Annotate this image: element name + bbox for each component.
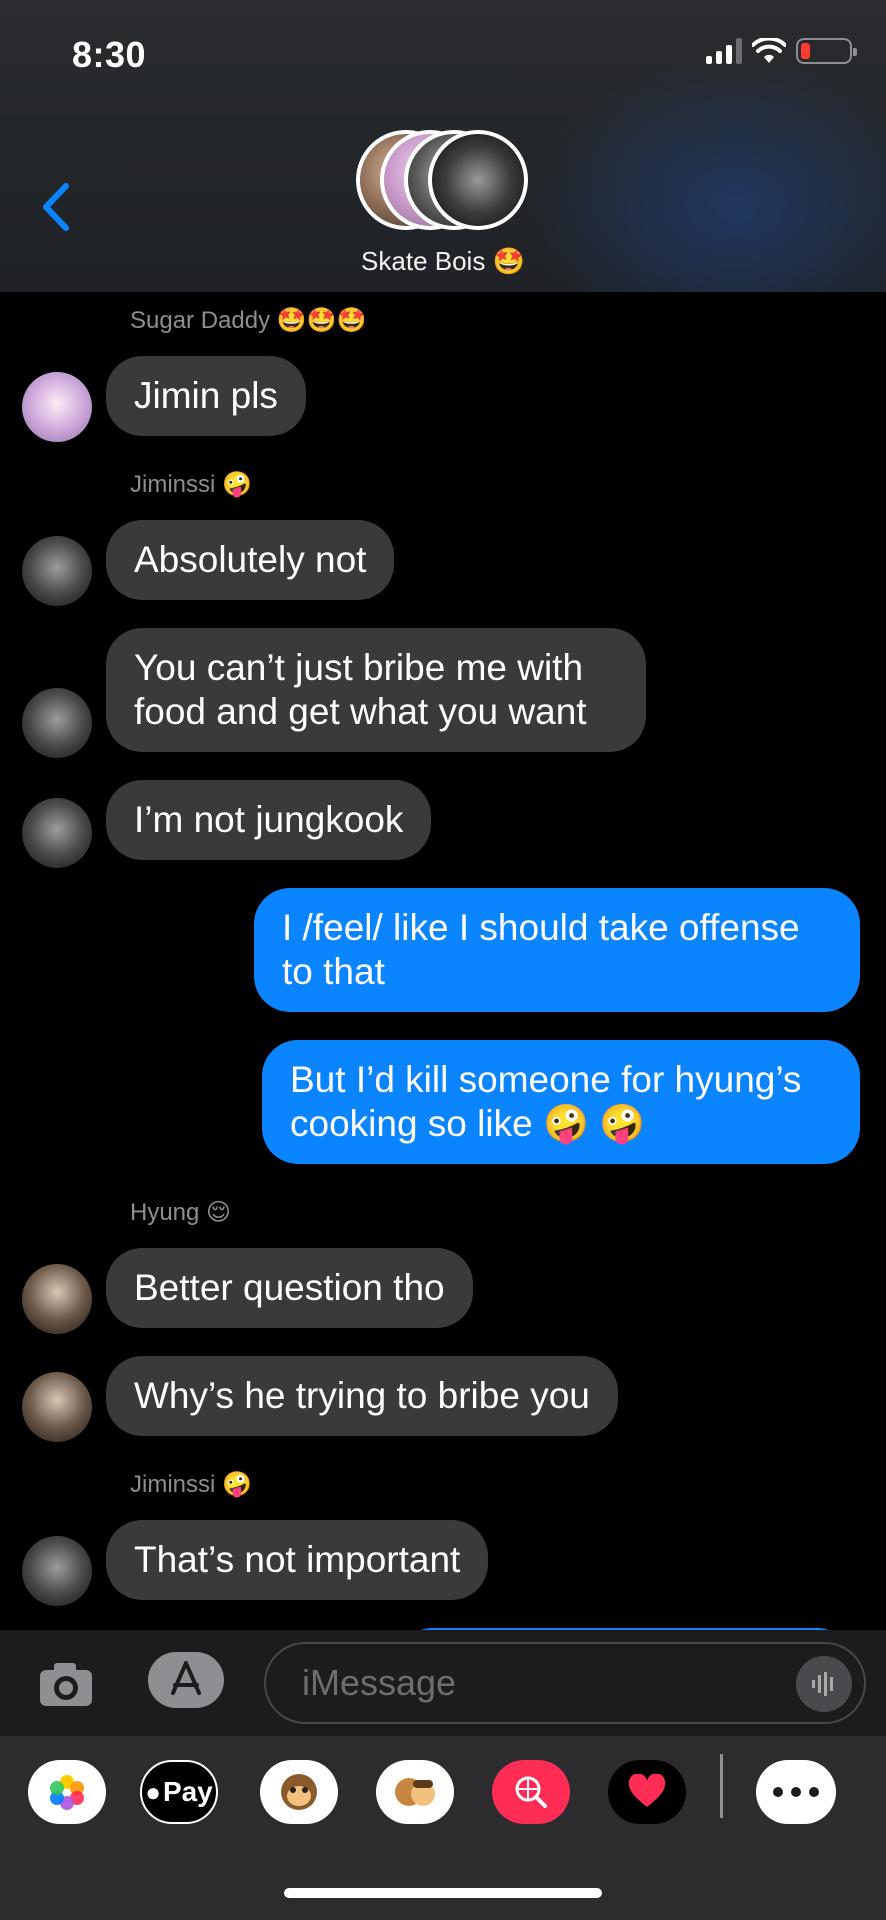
photos-app-button[interactable]: [28, 1760, 106, 1824]
incoming-message-bubble[interactable]: Absolutely not: [106, 520, 395, 600]
digital-touch-button[interactable]: [608, 1760, 686, 1824]
sender-name: Hyung 😌: [130, 1199, 232, 1226]
sender-name: Sugar Daddy 🤩🤩🤩: [130, 307, 367, 334]
app-store-button[interactable]: [148, 1652, 224, 1708]
sender-avatar[interactable]: [22, 1372, 92, 1442]
message-list[interactable]: Sugar Daddy 🤩🤩🤩 Jimin pls Jiminssi 🤪 Abs…: [0, 292, 886, 1630]
back-chevron-icon[interactable]: [36, 180, 76, 234]
group-member-avatar: [428, 130, 528, 230]
incoming-message-bubble[interactable]: That’s not important: [106, 1520, 489, 1600]
app-drawer: ● Pay: [0, 1736, 886, 1920]
camera-icon[interactable]: [36, 1654, 96, 1714]
cellular-signal-icon: [706, 38, 742, 64]
animoji-button[interactable]: [260, 1760, 338, 1824]
sender-avatar[interactable]: [22, 688, 92, 758]
battery-icon: [796, 38, 857, 64]
group-avatars[interactable]: [356, 130, 536, 232]
search-images-button[interactable]: [492, 1760, 570, 1824]
outgoing-message-bubble[interactable]: But I’d kill someone for hyung’s cooking…: [262, 1040, 860, 1164]
sender-avatar[interactable]: [22, 536, 92, 606]
wifi-icon: [752, 38, 786, 63]
apple-pay-button[interactable]: ● Pay: [140, 1760, 218, 1824]
memoji-stickers-button[interactable]: [376, 1760, 454, 1824]
monkey-icon: [281, 1774, 317, 1810]
apple-logo-icon: ●: [145, 1776, 161, 1807]
sender-name: Jiminssi 🤪: [130, 471, 252, 498]
ellipsis-icon: [773, 1787, 819, 1797]
incoming-message-bubble[interactable]: I’m not jungkook: [106, 780, 432, 860]
sender-avatar[interactable]: [22, 798, 92, 868]
sender-name: Jiminssi 🤪: [130, 1471, 252, 1498]
group-name[interactable]: Skate Bois 🤩: [0, 246, 886, 277]
conversation-header: 8:30 Skate Bois 🤩: [0, 0, 886, 292]
status-icons: [706, 38, 857, 64]
photos-icon: [50, 1775, 84, 1810]
compose-bar: [0, 1630, 886, 1736]
memoji-icon: [395, 1778, 435, 1806]
apple-pay-label: Pay: [162, 1776, 213, 1807]
audio-record-button[interactable]: [796, 1656, 852, 1712]
waveform-icon: [812, 1672, 833, 1696]
message-input[interactable]: [264, 1642, 866, 1724]
incoming-message-bubble[interactable]: You can’t just bribe me with food and ge…: [106, 628, 646, 752]
home-indicator[interactable]: [284, 1888, 602, 1898]
status-time: 8:30: [72, 34, 147, 75]
sender-avatar[interactable]: [22, 372, 92, 442]
globe-search-icon: [515, 1776, 547, 1808]
incoming-message-bubble[interactable]: Why’s he trying to bribe you: [106, 1356, 618, 1436]
app-store-icon: [171, 1661, 201, 1695]
incoming-message-bubble[interactable]: Jimin pls: [106, 356, 306, 436]
outgoing-message-bubble[interactable]: I /feel/ like I should take offense to t…: [254, 888, 860, 1012]
more-apps-button[interactable]: [756, 1760, 836, 1824]
sender-avatar[interactable]: [22, 1264, 92, 1334]
drawer-divider: [720, 1754, 723, 1818]
heart-icon: [628, 1774, 666, 1807]
sender-avatar[interactable]: [22, 1536, 92, 1606]
incoming-message-bubble[interactable]: Better question tho: [106, 1248, 473, 1328]
